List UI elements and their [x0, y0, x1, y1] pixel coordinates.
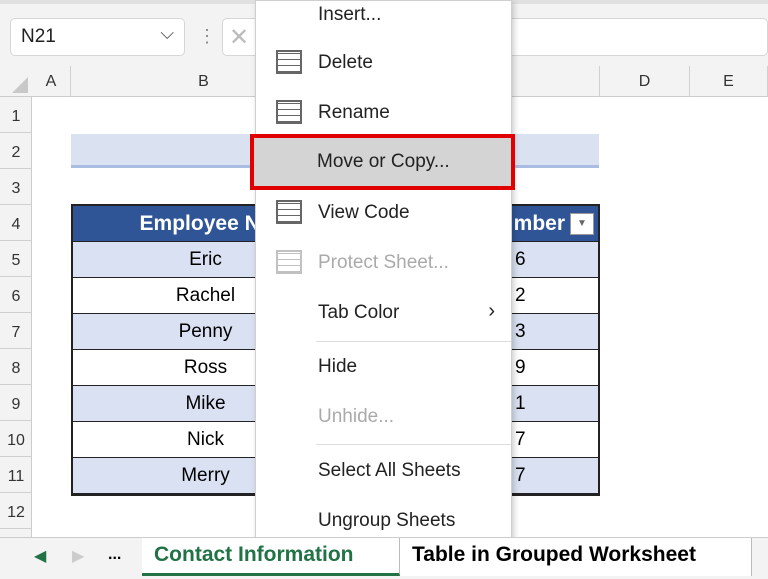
menu-item-unhide[interactable]: Unhide... — [256, 393, 511, 441]
name-box[interactable]: N21 ⌵ — [10, 18, 185, 56]
row-header[interactable]: 10 — [0, 421, 32, 457]
menu-item-rename[interactable]: Rename — [256, 89, 511, 137]
menu-item-protect-sheet[interactable]: Protect Sheet... — [256, 239, 511, 287]
view-code-icon — [276, 200, 302, 224]
scroll-right-icon[interactable]: ▶ — [72, 546, 84, 566]
menu-item-view-code[interactable]: View Code — [256, 189, 511, 237]
sheet-tab-bar: ◀ ▶ ... Contact Information Table in Gro… — [0, 537, 768, 579]
menu-item-hide[interactable]: Hide — [256, 343, 511, 391]
menu-item-label: Unhide... — [318, 406, 395, 427]
row-header[interactable]: 9 — [0, 385, 32, 421]
row-header[interactable]: 8 — [0, 349, 32, 385]
row-header[interactable]: 6 — [0, 277, 32, 313]
column-header-a[interactable]: A — [32, 66, 71, 97]
row-headers: 1 2 3 4 5 6 7 8 9 10 11 12 — [0, 97, 32, 537]
menu-item-tab-color[interactable]: Tab Color › — [256, 289, 511, 337]
menu-separator — [316, 444, 511, 445]
menu-item-label: Protect Sheet... — [318, 252, 449, 273]
cell-contact-number[interactable]: 2 — [515, 278, 526, 314]
row-header[interactable]: 5 — [0, 241, 32, 277]
menu-item-label: Select All Sheets — [318, 460, 461, 481]
chevron-down-icon[interactable]: ⌵ — [160, 23, 174, 44]
cell-contact-number[interactable]: 3 — [515, 314, 526, 350]
menu-separator — [316, 341, 511, 342]
menu-item-label: Insert... — [318, 4, 382, 25]
protect-sheet-icon — [276, 250, 302, 274]
cell-contact-number[interactable]: 6 — [515, 242, 526, 278]
row-header[interactable]: 1 — [0, 97, 32, 133]
row-header[interactable]: 7 — [0, 313, 32, 349]
menu-item-insert[interactable]: Insert... — [256, 0, 511, 39]
chevron-right-icon: › — [488, 300, 495, 322]
cell-contact-number[interactable]: 1 — [515, 386, 526, 422]
cancel-icon[interactable]: ✕ — [229, 23, 249, 52]
menu-item-label: Rename — [318, 102, 390, 123]
cell-contact-number[interactable]: 9 — [515, 350, 526, 386]
menu-item-label: Tab Color — [318, 302, 400, 323]
menu-item-label: View Code — [318, 202, 410, 223]
column-header-d[interactable]: D — [600, 66, 690, 97]
menu-item-label: Move or Copy... — [317, 151, 450, 172]
row-header[interactable]: 3 — [0, 169, 32, 205]
more-icon: ⋮ — [198, 26, 216, 46]
menu-item-move-or-copy[interactable]: Move or Copy... — [255, 138, 510, 186]
rename-icon — [276, 100, 302, 124]
menu-item-label: Delete — [318, 52, 373, 73]
menu-item-label: Ungroup Sheets — [318, 510, 456, 531]
row-header[interactable]: 2 — [0, 133, 32, 169]
filter-dropdown-icon[interactable]: ▼ — [570, 213, 594, 235]
name-box-value: N21 — [21, 26, 56, 47]
cell-contact-number[interactable]: 7 — [515, 458, 526, 494]
tab-table-in-grouped-worksheet[interactable]: Table in Grouped Worksheet — [400, 538, 752, 576]
row-header[interactable]: 12 — [0, 493, 32, 529]
delete-sheet-icon — [276, 50, 302, 74]
row-header[interactable]: 4 — [0, 205, 32, 241]
select-all-corner[interactable] — [0, 66, 32, 97]
tab-contact-information[interactable]: Contact Information — [142, 538, 400, 576]
cell-contact-number[interactable]: 7 — [515, 422, 526, 458]
column-header-e[interactable]: E — [690, 66, 768, 97]
more-sheets-button[interactable]: ... — [108, 546, 121, 564]
context-menu: Insert... Delete Rename View Code Protect Sh… — [255, 0, 512, 540]
scroll-left-icon[interactable]: ◀ — [34, 546, 46, 566]
menu-item-select-all-sheets[interactable]: Select All Sheets — [256, 447, 511, 495]
menu-item-label: Hide — [318, 356, 358, 377]
row-header[interactable]: 11 — [0, 457, 32, 493]
menu-item-delete[interactable]: Delete — [256, 39, 511, 87]
